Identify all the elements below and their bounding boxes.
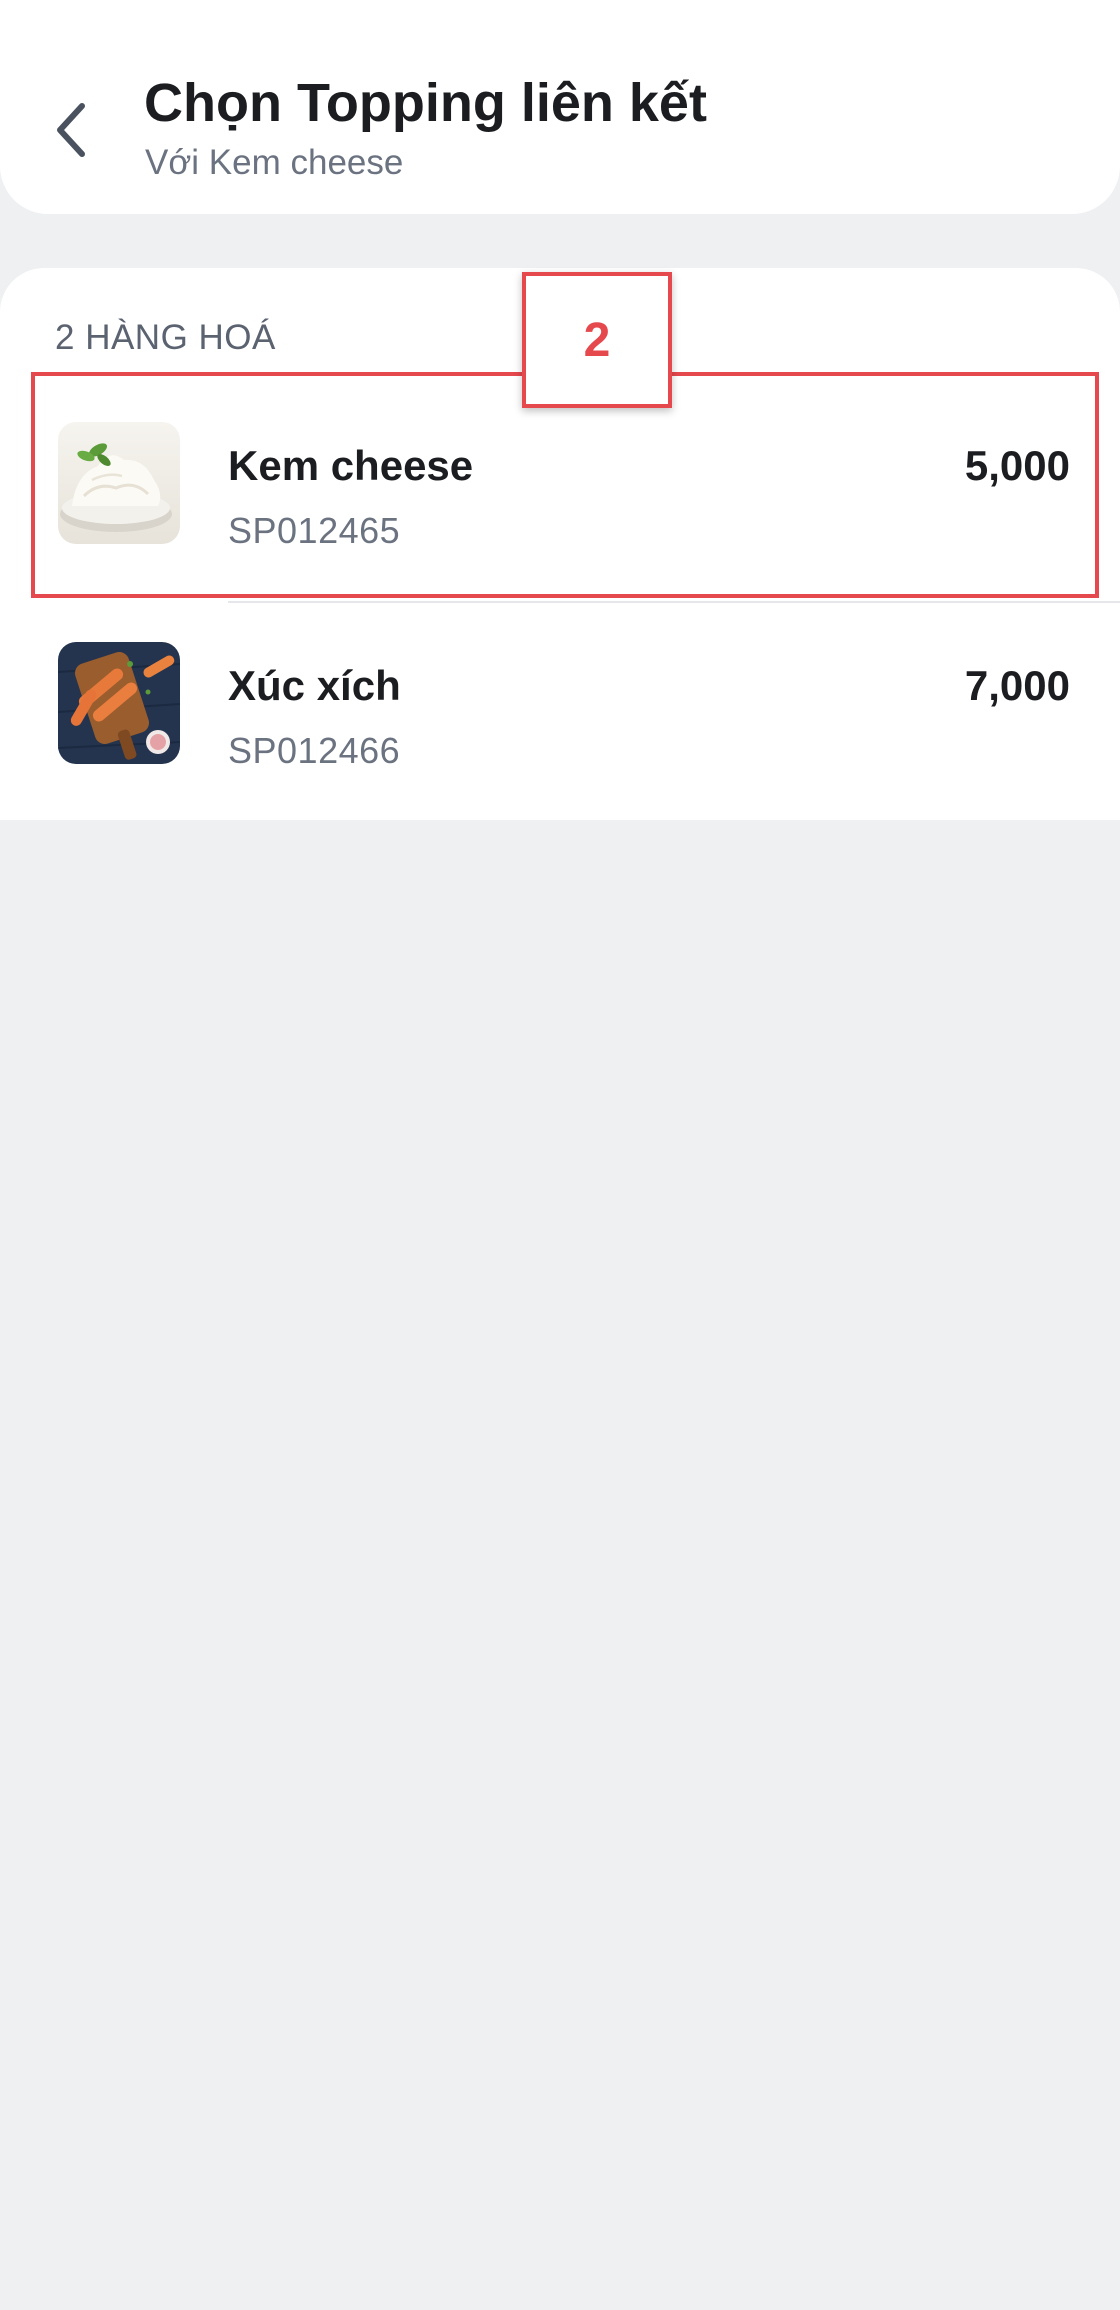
sausage-thumbnail <box>58 642 180 764</box>
product-name: Kem cheese <box>228 442 474 489</box>
page-subtitle: Với Kem cheese <box>145 143 404 182</box>
product-code: SP012465 <box>228 510 401 551</box>
product-price: 7,000 <box>964 662 1070 709</box>
step-callout: 2 <box>522 272 672 408</box>
header: Chọn Topping liên kết Với Kem cheese <box>0 0 1120 214</box>
chevron-left-icon <box>57 103 85 157</box>
product-price: 5,000 <box>964 442 1070 489</box>
cream-cheese-thumbnail <box>58 422 180 544</box>
section-label: 2 HÀNG HOÁ <box>55 318 276 357</box>
product-name: Xúc xích <box>228 662 401 709</box>
back-button[interactable] <box>36 84 108 176</box>
product-code: SP012466 <box>228 730 401 771</box>
list-item[interactable]: Xúc xích SP012466 7,000 <box>0 592 1120 812</box>
page-title: Chọn Topping liên kết <box>144 73 707 133</box>
app-screen: Chọn Topping liên kết Với Kem cheese 2 H… <box>0 0 1120 2310</box>
